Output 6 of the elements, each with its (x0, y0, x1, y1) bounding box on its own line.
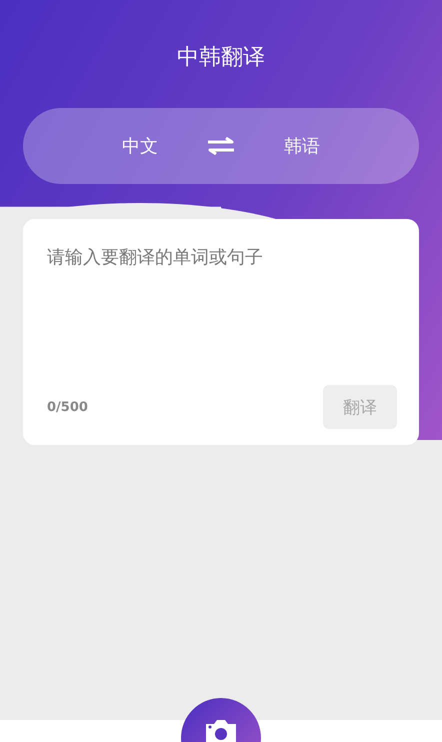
page-title: 中韩翻译 (177, 44, 265, 72)
swap-icon[interactable] (206, 137, 236, 155)
source-language[interactable]: 中文 (122, 134, 158, 158)
character-counter: 0/500 (47, 400, 88, 414)
camera-icon (204, 718, 238, 742)
target-language[interactable]: 韩语 (284, 134, 320, 158)
